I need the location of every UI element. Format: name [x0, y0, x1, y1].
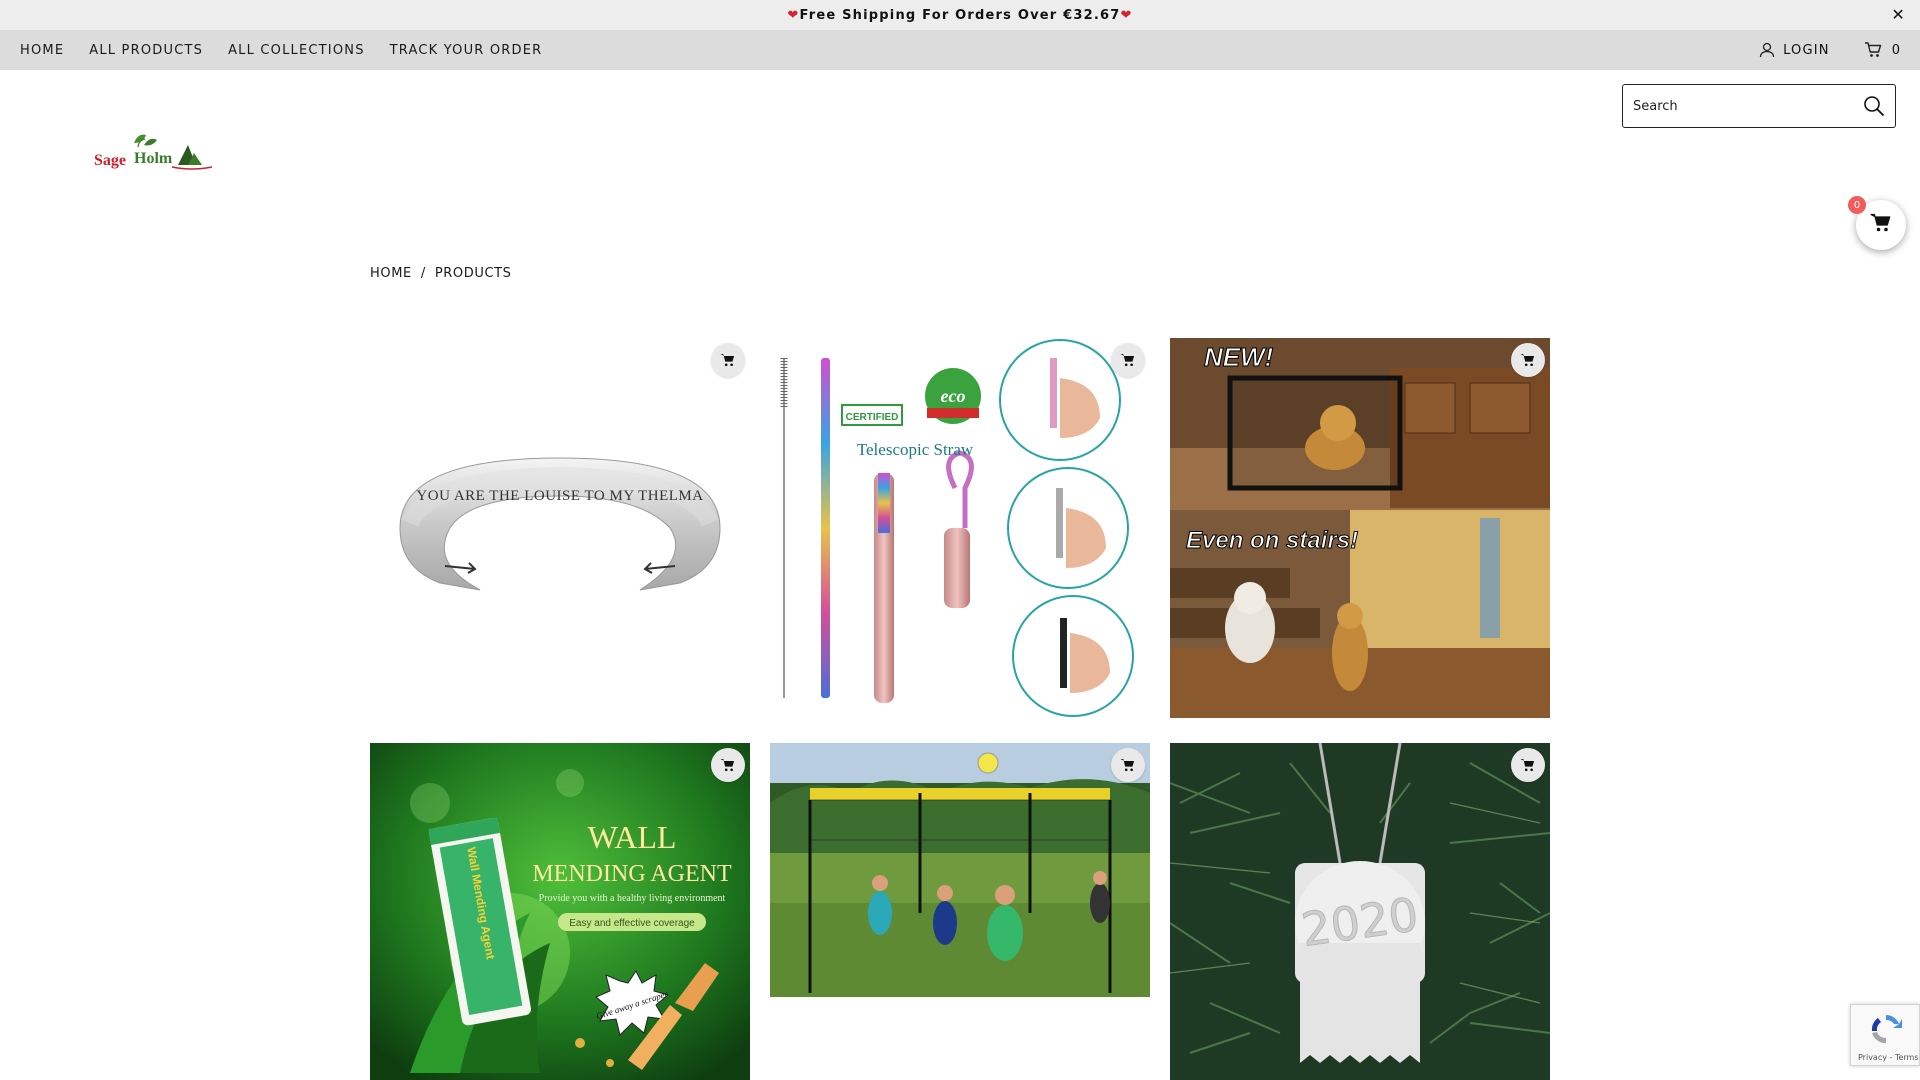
search-input[interactable] — [1631, 91, 1851, 121]
nav-link-all-products[interactable]: ALL PRODUCTS — [89, 43, 203, 58]
product-image-straw: CERTIFIED eco Telescopic Straw — [770, 338, 1150, 718]
announcement-text: Free Shipping For Orders Over €32.67 — [799, 7, 1121, 23]
straw-certified-badge: CERTIFIED — [846, 412, 899, 423]
product-image-ornament: 2020 — [1170, 743, 1550, 1080]
quick-add-button[interactable] — [1111, 748, 1145, 782]
breadcrumb: HOME / PRODUCTS — [370, 266, 512, 281]
nav-link-home[interactable]: HOME — [20, 43, 64, 58]
wall-subtitle: Provide you with a healthy living enviro… — [539, 893, 726, 904]
site-logo[interactable]: Sage Holm — [94, 133, 213, 177]
dog-gate-stairs-text: Even on stairs! — [1186, 527, 1358, 554]
wall-pill: Easy and effective coverage — [569, 918, 695, 929]
heart-icon: ❤ — [787, 7, 800, 23]
quick-add-button[interactable] — [1111, 343, 1145, 377]
product-card[interactable]: NEW! Even on stairs! — [1170, 338, 1550, 718]
floating-cart-button[interactable]: 0 — [1848, 196, 1906, 250]
search-box — [1622, 84, 1896, 128]
user-icon — [1759, 42, 1775, 58]
product-image-dog-gate: NEW! Even on stairs! — [1170, 338, 1550, 718]
breadcrumb-current: PRODUCTS — [434, 266, 512, 281]
cart-icon — [1864, 42, 1882, 58]
product-card[interactable] — [770, 743, 1150, 997]
nav-link-track-order[interactable]: TRACK YOUR ORDER — [390, 43, 543, 58]
wall-title-line2: MENDING AGENT — [532, 861, 732, 887]
nav-link-all-collections[interactable]: ALL COLLECTIONS — [228, 43, 365, 58]
bracelet-engraving: YOU ARE THE LOUISE TO MY THELMA — [416, 488, 703, 504]
recaptcha-terms[interactable]: Privacy - Terms — [1858, 1053, 1919, 1062]
product-card[interactable]: Wall Mending Agent WALL MENDING AGENT Pr… — [370, 743, 750, 1080]
quick-add-button[interactable] — [1511, 343, 1545, 377]
quick-add-button[interactable] — [711, 748, 745, 782]
recaptcha-icon — [1867, 1011, 1905, 1051]
logo-text-holm: Holm — [134, 150, 173, 167]
floating-cart-count: 0 — [1848, 196, 1866, 214]
logo-text-sage: Sage — [94, 152, 126, 169]
product-card[interactable]: YOU ARE THE LOUISE TO MY THELMA — [370, 338, 750, 718]
straw-caption: Telescopic Straw — [857, 440, 974, 459]
wall-title-line1: WALL — [588, 819, 677, 855]
login-link[interactable]: LOGIN — [1759, 42, 1830, 58]
product-image-volleyball — [770, 743, 1150, 997]
login-label: LOGIN — [1783, 42, 1830, 58]
cart-count: 0 — [1891, 42, 1900, 58]
product-card[interactable]: CERTIFIED eco Telescopic Straw — [770, 338, 1150, 718]
quick-add-button[interactable] — [711, 343, 745, 377]
heart-icon: ❤ — [1120, 7, 1133, 23]
product-image-bracelet: YOU ARE THE LOUISE TO MY THELMA — [370, 338, 750, 718]
cart-icon — [1870, 213, 1892, 237]
product-card[interactable]: 2020 — [1170, 743, 1550, 1080]
nav-links: HOME ALL PRODUCTS ALL COLLECTIONS TRACK … — [20, 43, 567, 58]
search-icon[interactable] — [1863, 95, 1885, 121]
breadcrumb-separator: / — [420, 266, 426, 281]
top-navigation: HOME ALL PRODUCTS ALL COLLECTIONS TRACK … — [0, 30, 1920, 70]
breadcrumb-home[interactable]: HOME — [370, 266, 412, 281]
announcement-bar: ❤ Free Shipping For Orders Over €32.67 ❤… — [0, 0, 1920, 30]
straw-eco-badge: eco — [941, 386, 966, 406]
recaptcha-badge[interactable]: Privacy - Terms — [1850, 1004, 1920, 1066]
product-image-wall-mending: Wall Mending Agent WALL MENDING AGENT Pr… — [370, 743, 750, 1080]
dog-gate-new-text: NEW! — [1204, 342, 1274, 372]
quick-add-button[interactable] — [1511, 748, 1545, 782]
header-cart-link[interactable]: 0 — [1864, 42, 1900, 58]
close-announcement-button[interactable]: ✕ — [1891, 5, 1906, 24]
